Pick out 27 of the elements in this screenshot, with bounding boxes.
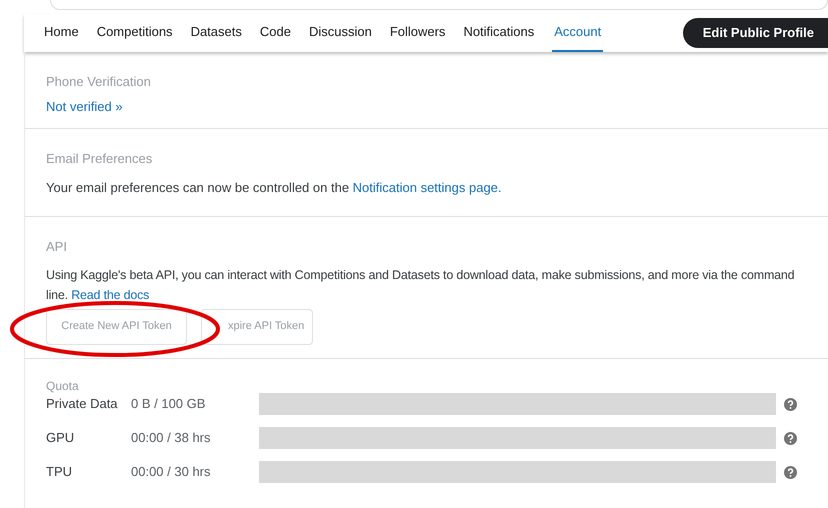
nav-tab[interactable]: Datasets: [190, 14, 242, 52]
quota-value: 0 B / 100 GB: [131, 395, 206, 414]
help-icon[interactable]: [784, 432, 797, 444]
section-heading: Phone Verification: [46, 73, 152, 91]
nav-tab[interactable]: Followers: [390, 14, 446, 52]
quota-label: GPU: [46, 429, 76, 448]
nav-tab[interactable]: Notifications: [463, 14, 534, 52]
settings-link[interactable]: Notification settings page.: [352, 180, 502, 194]
edit-profile-button[interactable]: Edit Public Profile: [682, 18, 828, 48]
quota-value: 00:00 / 30 hrs: [131, 463, 212, 482]
email-text: Your email preferences can now be controlled on the Notification settings page.: [46, 178, 503, 197]
section-heading: API: [46, 238, 68, 256]
verify-link[interactable]: Not verified »: [46, 96, 123, 116]
section-heading: Quota: [46, 379, 80, 393]
help-icon[interactable]: [784, 466, 797, 478]
nav-tab[interactable]: Competitions: [96, 14, 173, 52]
quota-label: TPU: [46, 463, 73, 482]
nav-tab[interactable]: Discussion: [308, 14, 372, 52]
nav-tab[interactable]: Home: [44, 14, 79, 52]
quota-label: Private Data: [46, 395, 119, 414]
nav-tab[interactable]: Code: [260, 14, 291, 52]
section-heading: Email Preferences: [46, 150, 154, 168]
api-text: Using Kaggle's beta API, you can interact with Competitions and Datasets to download data, make submissions, and more via the command line. Read the docs: [46, 266, 796, 304]
quota-value: 00:00 / 38 hrs: [131, 429, 212, 448]
help-icon[interactable]: [784, 398, 797, 410]
nav-tab[interactable]: Account: [552, 14, 604, 52]
docs-link[interactable]: Read the docs: [71, 288, 150, 302]
